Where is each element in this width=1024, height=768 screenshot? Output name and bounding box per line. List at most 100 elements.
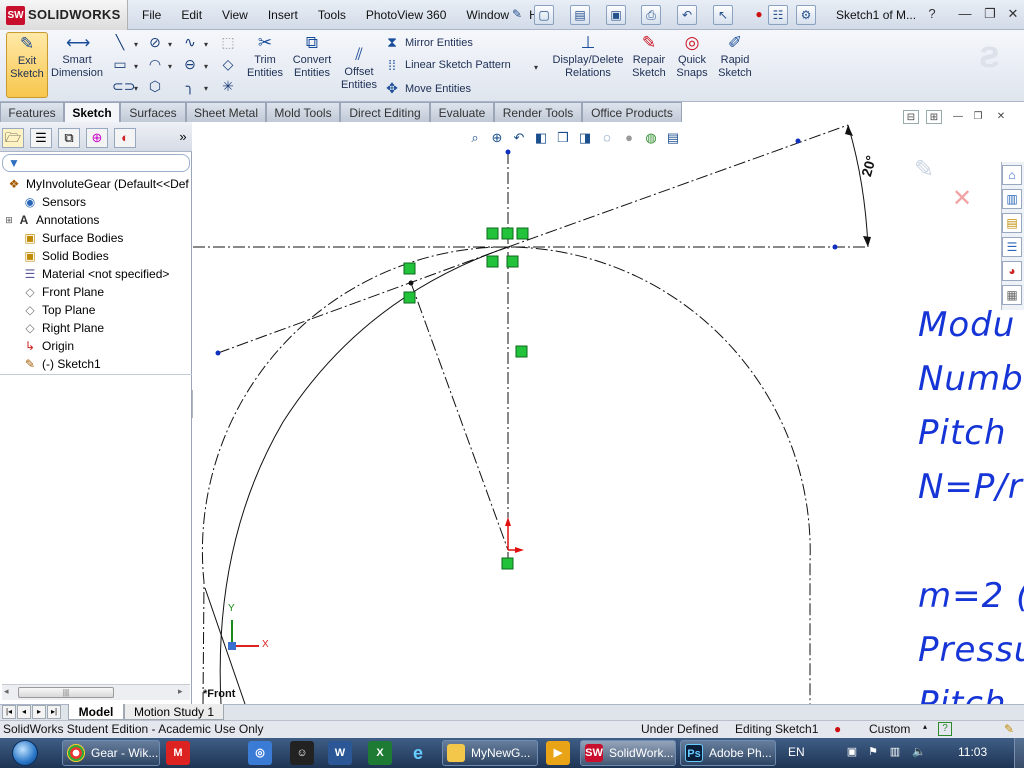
help-question-icon[interactable]: ? bbox=[922, 5, 942, 23]
viewport-restore-button[interactable]: ❐ bbox=[970, 110, 986, 124]
configuration-manager-tab-icon[interactable]: ⧉ bbox=[58, 128, 80, 148]
tab-render-tools[interactable]: Render Tools bbox=[494, 102, 582, 122]
fillet-dropdown-icon[interactable]: ▾ bbox=[204, 84, 212, 93]
viewport-close-button[interactable]: ✕ bbox=[993, 110, 1009, 124]
close-button[interactable]: ✕ bbox=[1003, 5, 1023, 23]
pane-expand-icon[interactable]: » bbox=[172, 128, 194, 148]
rectangle-dropdown-icon[interactable]: ▾ bbox=[134, 62, 142, 71]
pin-icon[interactable]: ✎ bbox=[507, 5, 527, 25]
language-indicator[interactable]: EN bbox=[788, 745, 805, 759]
viewport-minimize-button[interactable]: — bbox=[950, 110, 966, 124]
media-player-icon[interactable]: ▶ bbox=[546, 741, 570, 765]
show-desktop-button[interactable] bbox=[1014, 738, 1024, 768]
convert-entities-button[interactable]: ⧉ Convert Entities bbox=[288, 32, 336, 80]
taskbar-item-chrome[interactable]: Gear - Wik... bbox=[62, 740, 160, 766]
tray-network-icon[interactable]: ▥ bbox=[888, 745, 902, 759]
zoom-to-fit-icon[interactable]: ⌕ bbox=[466, 129, 484, 147]
rectangle-tool-icon[interactable]: ▭ bbox=[112, 56, 128, 72]
first-tab-icon[interactable]: |◂ bbox=[2, 705, 16, 719]
arc-tool-icon[interactable]: ◠ bbox=[147, 56, 163, 72]
edit-appearance-icon[interactable]: ● bbox=[620, 129, 638, 147]
custom-properties-icon[interactable]: ▦ bbox=[1002, 285, 1022, 305]
line-tool-icon[interactable]: ╲ bbox=[112, 34, 128, 50]
display-style-icon[interactable]: ◨ bbox=[576, 129, 594, 147]
sketch-point[interactable] bbox=[505, 149, 511, 155]
internet-explorer-icon[interactable]: e bbox=[406, 741, 430, 765]
status-units[interactable]: Custom bbox=[869, 722, 910, 736]
tray-volume-icon[interactable]: 🔈 bbox=[912, 745, 926, 759]
gmail-icon[interactable]: M bbox=[166, 741, 190, 765]
move-entities-button[interactable]: ✥ Move Entities bbox=[384, 80, 471, 97]
section-view-icon[interactable]: ◧ bbox=[532, 129, 550, 147]
file-explorer-icon[interactable]: ▤ bbox=[1002, 213, 1022, 233]
appearances-icon[interactable]: ◕ bbox=[1002, 261, 1022, 281]
tab-direct-editing[interactable]: Direct Editing bbox=[340, 102, 430, 122]
clock[interactable]: 11:03 bbox=[958, 745, 987, 759]
word-icon[interactable]: W bbox=[328, 741, 352, 765]
coincident-relation-icon[interactable] bbox=[501, 227, 514, 240]
note-line-pitch-2[interactable]: Pitch bbox=[918, 684, 1007, 704]
view-palette-icon[interactable]: ☰ bbox=[1002, 237, 1022, 257]
open-folder-icon[interactable]: ▤ bbox=[570, 5, 590, 25]
polygon-tool-icon[interactable]: ⬡ bbox=[147, 78, 163, 94]
tree-item-front-plane[interactable]: ◇ Front Plane bbox=[10, 283, 104, 301]
coincident-relation-icon[interactable] bbox=[403, 291, 416, 304]
exit-sketch-corner-icon[interactable]: ✎ bbox=[914, 155, 934, 184]
scroll-left-icon[interactable]: ◂ bbox=[4, 686, 9, 697]
quick-snaps-button[interactable]: ◎ Quick Snaps bbox=[672, 32, 712, 80]
viewport-single-icon[interactable]: ⊟ bbox=[903, 110, 919, 124]
tab-surfaces[interactable]: Surfaces bbox=[120, 102, 186, 122]
app-pinned-icon[interactable]: ◎ bbox=[248, 741, 272, 765]
tab-features[interactable]: Features bbox=[0, 102, 64, 122]
previous-view-icon[interactable]: ↶ bbox=[510, 129, 528, 147]
solidworks-logo[interactable]: SW SOLIDWORKS bbox=[0, 0, 128, 30]
arc-dropdown-icon[interactable]: ▾ bbox=[168, 62, 176, 71]
note-line-number[interactable]: Numb bbox=[918, 359, 1024, 399]
tab-sheet-metal[interactable]: Sheet Metal bbox=[186, 102, 266, 122]
scroll-thumb[interactable]: ||| bbox=[18, 687, 114, 698]
property-manager-tab-icon[interactable]: ☰ bbox=[30, 128, 52, 148]
tree-item-right-plane[interactable]: ◇ Right Plane bbox=[10, 319, 104, 337]
sketch-point[interactable] bbox=[215, 350, 221, 356]
fillet-tool-icon[interactable]: ╮ bbox=[182, 78, 198, 94]
last-tab-icon[interactable]: ▸| bbox=[47, 705, 61, 719]
undo-icon[interactable]: ↶ bbox=[677, 5, 697, 25]
menu-edit[interactable]: Edit bbox=[171, 0, 212, 30]
tab-office-products[interactable]: Office Products bbox=[582, 102, 682, 122]
angle-dimension-arc[interactable] bbox=[847, 124, 869, 248]
menu-tools[interactable]: Tools bbox=[308, 0, 356, 30]
circle-dropdown-icon[interactable]: ▾ bbox=[168, 40, 176, 49]
solidworks-resources-icon[interactable]: ⌂ bbox=[1002, 165, 1022, 185]
note-line-pitch[interactable]: Pitch bbox=[918, 413, 1007, 453]
menu-view[interactable]: View bbox=[212, 0, 258, 30]
plane-tool-icon[interactable]: ◇ bbox=[220, 56, 236, 72]
next-tab-icon[interactable]: ▸ bbox=[32, 705, 46, 719]
zoom-to-area-icon[interactable]: ⊕ bbox=[488, 129, 506, 147]
taskbar-item-photoshop[interactable]: Ps Adobe Ph... bbox=[680, 740, 776, 766]
file-properties-icon[interactable]: ☷ bbox=[768, 5, 788, 25]
exit-sketch-button[interactable]: ✎ Exit Sketch bbox=[6, 32, 48, 98]
sketch-canvas[interactable] bbox=[193, 122, 1001, 704]
slot-tool-icon[interactable]: ⊂⊃ bbox=[112, 78, 135, 94]
rebuild-status-icon[interactable]: ● bbox=[834, 722, 841, 736]
spline-tool-icon[interactable]: ∿ bbox=[182, 34, 198, 50]
rapid-sketch-button[interactable]: ✐ Rapid Sketch bbox=[714, 32, 756, 80]
linear-sketch-pattern-button[interactable]: ⁞⁞ Linear Sketch Pattern bbox=[384, 57, 511, 73]
view-settings-icon[interactable]: ▤ bbox=[664, 129, 682, 147]
tree-item-top-plane[interactable]: ◇ Top Plane bbox=[10, 301, 95, 319]
tree-item-material[interactable]: ☰ Material <not specified> bbox=[10, 265, 170, 283]
save-icon[interactable]: ▣ bbox=[606, 5, 626, 25]
prev-tab-icon[interactable]: ◂ bbox=[17, 705, 31, 719]
line-dropdown-icon[interactable]: ▾ bbox=[134, 40, 142, 49]
expand-plus-icon[interactable]: ⊞ bbox=[4, 215, 14, 226]
repair-sketch-button[interactable]: ✎ Repair Sketch bbox=[628, 32, 670, 80]
coincident-relation-icon[interactable] bbox=[516, 227, 529, 240]
rebuild-traffic-light-icon[interactable]: ● bbox=[749, 5, 769, 25]
tab-sketch[interactable]: Sketch bbox=[64, 102, 120, 122]
scroll-right-icon[interactable]: ▸ bbox=[178, 686, 183, 697]
tab-evaluate[interactable]: Evaluate bbox=[430, 102, 494, 122]
print-icon[interactable]: ⎙ bbox=[641, 5, 661, 25]
display-manager-tab-icon[interactable]: ◐ bbox=[114, 128, 136, 148]
note-line-m-value[interactable]: m=2 ( bbox=[918, 576, 1024, 616]
apply-scene-icon[interactable]: ◍ bbox=[642, 129, 660, 147]
